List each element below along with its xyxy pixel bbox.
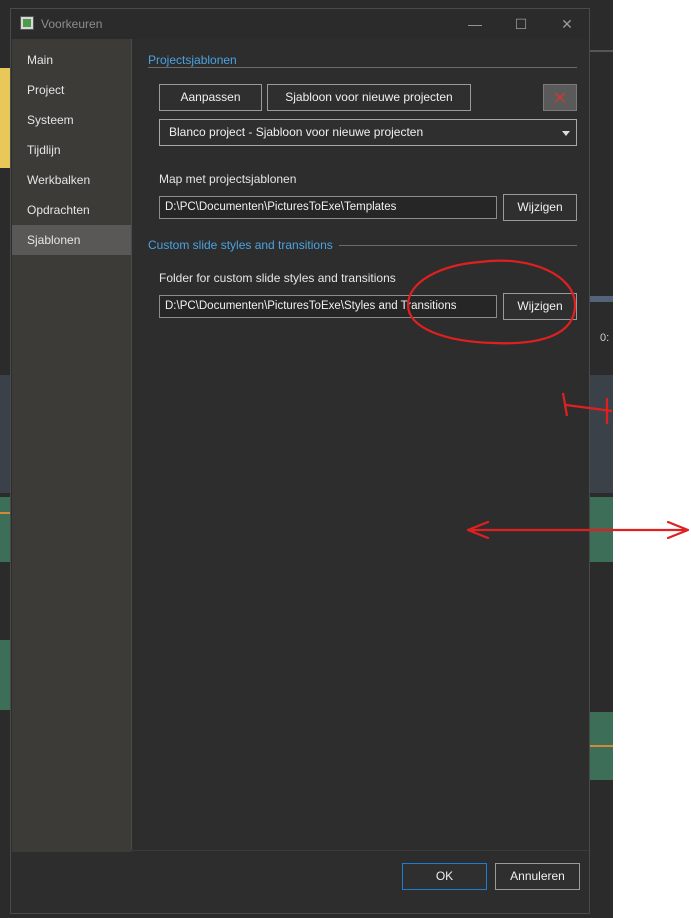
red-annotation-overlay [406, 259, 690, 540]
annotation-double-arrow [466, 520, 690, 540]
annotation-circle [406, 259, 577, 345]
annotation-mark [561, 392, 613, 417]
